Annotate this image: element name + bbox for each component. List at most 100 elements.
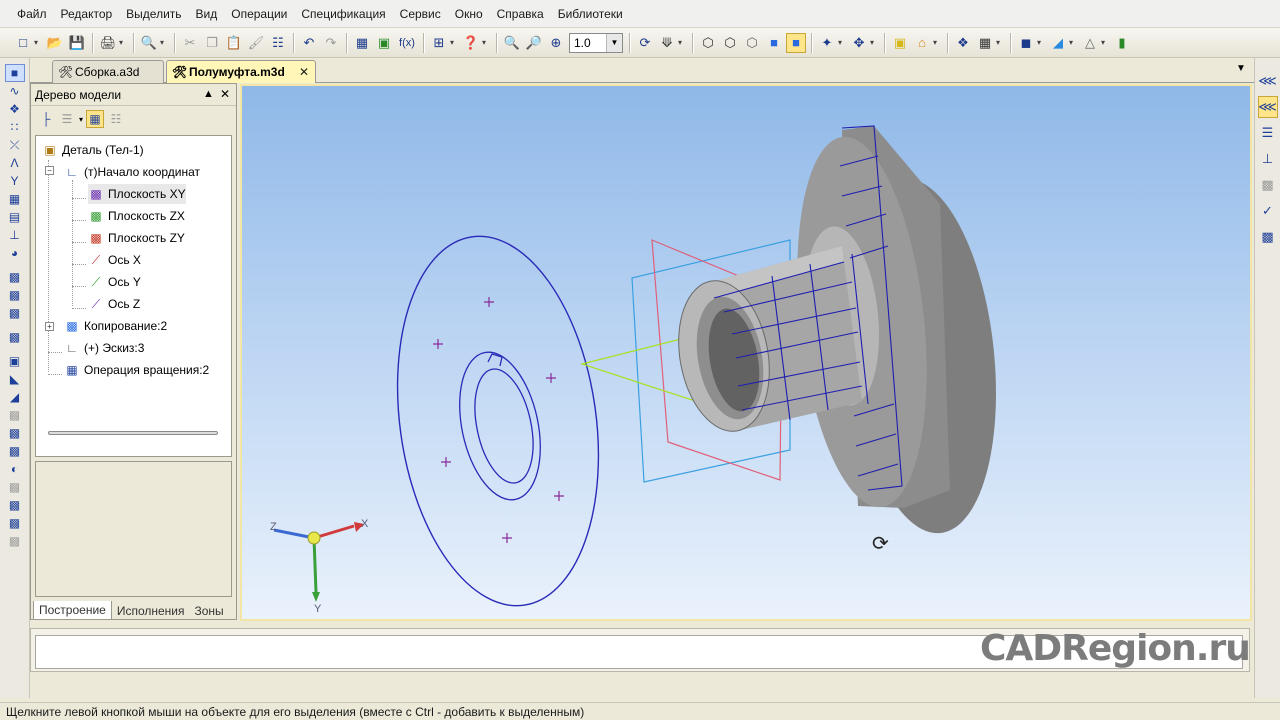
menu-operations[interactable]: Операции — [224, 0, 294, 28]
sketch-angle-icon[interactable]: Λ — [5, 154, 25, 172]
thin-lines-icon[interactable]: ⬡ — [742, 33, 762, 53]
shaded-icon[interactable]: ■ — [764, 33, 784, 53]
orientation-dropdown-icon[interactable]: ▾ — [678, 38, 685, 47]
snap-grid-icon[interactable]: ⋘ — [1257, 96, 1278, 118]
plane-icon[interactable]: △ — [1080, 33, 1100, 53]
filter-dropdown-icon[interactable]: ▾ — [838, 38, 845, 47]
tree-item-detail[interactable]: ▣ Деталь (Тел-1) — [42, 140, 143, 160]
mirror-icon[interactable]: ▩ — [5, 514, 25, 532]
tab-zones[interactable]: Зоны — [190, 601, 229, 620]
tree-structure-icon[interactable]: ├ — [37, 110, 55, 128]
manager-icon[interactable]: ▦ — [352, 33, 372, 53]
hole-icon[interactable]: ◐ — [5, 460, 25, 478]
surface-dropdown-icon[interactable]: ▾ — [1037, 38, 1044, 47]
layers-icon[interactable]: ☰ — [1258, 122, 1278, 144]
new-document-icon[interactable]: □ — [13, 33, 33, 53]
detail-dropdown-icon[interactable]: ▾ — [933, 38, 940, 47]
print-icon[interactable]: 🖨 — [98, 33, 118, 53]
copy-feature-icon[interactable]: ▩ — [5, 496, 25, 514]
constraints-icon[interactable]: ⊥ — [1258, 148, 1278, 170]
menu-file[interactable]: Файл — [10, 0, 54, 28]
parametric-icon[interactable]: ▩ — [1258, 174, 1278, 196]
zoom-select[interactable]: 1.0 ▼ — [569, 32, 623, 53]
save-icon[interactable]: 💾 — [67, 33, 87, 53]
grid-icon[interactable]: ⋘ — [1258, 70, 1278, 92]
thread-icon[interactable]: ▩ — [5, 478, 25, 496]
tab-construction[interactable]: Построение — [33, 601, 112, 620]
battery-icon[interactable]: ▮ — [1112, 33, 1132, 53]
tree-item-copy[interactable]: ▩ Копирование:2 — [64, 316, 167, 336]
surface-icon[interactable]: ◼ — [1016, 33, 1036, 53]
section-icon[interactable]: ▣ — [890, 33, 910, 53]
preview-icon[interactable]: 🔍 — [139, 33, 159, 53]
menu-libraries[interactable]: Библиотеки — [551, 0, 630, 28]
tree-item-origin[interactable]: ∟ (т)Начало координат — [64, 162, 200, 182]
orientation-icon[interactable]: ⟱ — [657, 33, 677, 53]
wireframe-icon[interactable]: ⬡ — [698, 33, 718, 53]
extrude-icon[interactable]: ▩ — [5, 268, 25, 286]
loft-icon[interactable]: ▩ — [5, 328, 25, 346]
tab-part[interactable]: 🛠 Полумуфта.m3d ✕ — [166, 60, 316, 83]
hidden-lines-icon[interactable]: ⬡ — [720, 33, 740, 53]
close-icon[interactable]: ✕ — [299, 65, 309, 79]
tree-filter-icon[interactable]: ☰ — [58, 110, 76, 128]
snap-dropdown-icon[interactable]: ▾ — [870, 38, 877, 47]
menu-select[interactable]: Выделить — [119, 0, 188, 28]
menu-editor[interactable]: Редактор — [54, 0, 120, 28]
menu-specification[interactable]: Спецификация — [294, 0, 392, 28]
shell-icon[interactable]: ▩ — [5, 424, 25, 442]
collapse-icon[interactable]: − — [45, 166, 54, 175]
expand-icon[interactable]: + — [45, 322, 54, 331]
properties-icon[interactable]: ☷ — [268, 33, 288, 53]
edit-details-icon[interactable]: ■ — [4, 64, 25, 82]
plane-dropdown-icon[interactable]: ▾ — [1101, 38, 1108, 47]
sheet-dropdown-icon[interactable]: ▾ — [1069, 38, 1076, 47]
paste-icon[interactable]: 📋 — [224, 33, 244, 53]
undo-icon[interactable]: ↶ — [299, 33, 319, 53]
model-viewport[interactable]: X Z Y ⟳ — [240, 84, 1252, 621]
specification-icon[interactable]: ▤ — [5, 208, 25, 226]
tree-view-icon[interactable]: ▦ — [86, 110, 105, 128]
cut-revolve-icon[interactable]: ◣ — [5, 370, 25, 388]
pin-icon[interactable]: ▲ — [203, 88, 214, 100]
redo-icon[interactable]: ↷ — [321, 33, 341, 53]
variables-icon[interactable]: f(x) — [396, 33, 418, 53]
tree-item-revolve[interactable]: ▦ Операция вращения:2 — [64, 360, 209, 380]
tree-item-sketch[interactable]: ∟ (+) Эскиз:3 — [64, 338, 144, 358]
tree-sort-icon[interactable]: ☷ — [107, 110, 125, 128]
graph-icon[interactable]: ⊥ — [5, 226, 25, 244]
cut-icon[interactable]: ✂ — [180, 33, 200, 53]
menu-help[interactable]: Справка — [490, 0, 551, 28]
kinematic-icon[interactable]: ▩ — [5, 304, 25, 322]
tab-versions[interactable]: Исполнения — [112, 601, 190, 620]
format-brush-icon[interactable]: 🖌 — [246, 33, 266, 53]
chevron-down-icon[interactable]: ▼ — [606, 33, 622, 52]
new-dropdown-icon[interactable]: ▾ — [34, 38, 41, 47]
assembly-icon[interactable]: ❖ — [953, 33, 973, 53]
help-dropdown-icon[interactable]: ▾ — [482, 38, 489, 47]
tree-item-axis-y[interactable]: ⟋ Ось Y — [88, 272, 141, 292]
calc-dropdown-icon[interactable]: ▾ — [450, 38, 457, 47]
detail-icon[interactable]: ⌂ — [912, 33, 932, 53]
menu-view[interactable]: Вид — [189, 0, 225, 28]
axis-icon[interactable]: Y — [5, 172, 25, 190]
tree-item-plane-xy[interactable]: ▩ Плоскость XY — [88, 184, 186, 204]
preview-dropdown-icon[interactable]: ▾ — [160, 38, 167, 47]
calculator-icon[interactable]: ⊞ — [429, 33, 449, 53]
rotate-icon[interactable]: ⟳ — [635, 33, 655, 53]
tree-filter-dropdown-icon[interactable]: ▾ — [79, 115, 83, 124]
copy-icon[interactable]: ❐ — [202, 33, 222, 53]
tree-item-plane-zy[interactable]: ▩ Плоскость ZY — [88, 228, 185, 248]
cut-extrude-icon[interactable]: ▣ — [5, 352, 25, 370]
menu-service[interactable]: Сервис — [393, 0, 448, 28]
library-icon[interactable]: ▣ — [374, 33, 394, 53]
chamfer-icon[interactable]: ▩ — [5, 406, 25, 424]
open-folder-icon[interactable]: 📂 — [45, 33, 65, 53]
tree-scrollbar[interactable] — [48, 431, 218, 435]
filter-icon[interactable]: ✦ — [817, 33, 837, 53]
report-icon[interactable]: ▦ — [5, 190, 25, 208]
measure-icon[interactable]: ▦ — [975, 33, 995, 53]
shaded-edges-icon[interactable]: ■ — [786, 32, 806, 53]
tabs-menu-icon[interactable]: ▼ — [1236, 63, 1246, 74]
close-icon[interactable]: ✕ — [220, 87, 230, 101]
